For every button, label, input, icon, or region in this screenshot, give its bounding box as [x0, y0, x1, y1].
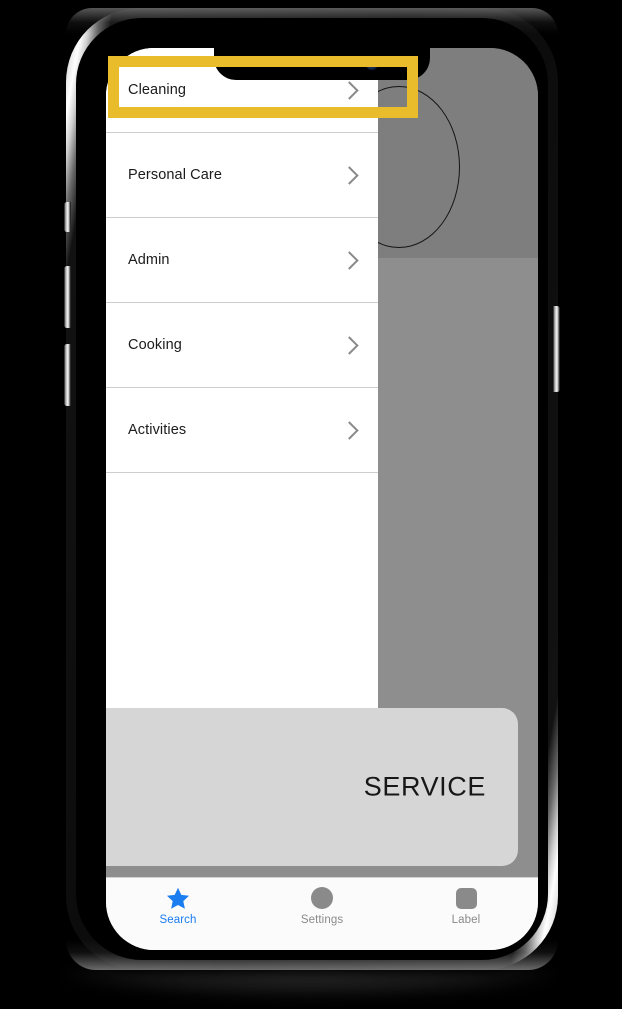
phone-bezel: Cleaning Personal Care Admin Cooking Act: [76, 18, 548, 960]
tab-label[interactable]: Label: [394, 878, 538, 950]
category-menu-panel: Cleaning Personal Care Admin Cooking Act: [106, 48, 378, 708]
circle-icon: [311, 885, 333, 911]
service-card[interactable]: SERVICE: [106, 708, 518, 866]
tab-search[interactable]: Search: [106, 878, 250, 950]
chevron-right-icon: [340, 251, 359, 270]
power-button[interactable]: [553, 306, 560, 392]
bottom-tab-bar: Search Settings Label: [106, 877, 538, 950]
star-icon: [166, 885, 190, 911]
chevron-right-icon: [340, 421, 359, 440]
chevron-right-icon: [340, 336, 359, 355]
menu-item-cooking[interactable]: Cooking: [106, 303, 378, 388]
menu-item-label: Cleaning: [128, 82, 187, 98]
service-card-title: SERVICE: [363, 771, 486, 802]
menu-item-label: Activities: [128, 422, 187, 438]
menu-item-personal-care[interactable]: Personal Care: [106, 133, 378, 218]
chevron-right-icon: [340, 166, 359, 185]
phone-screen: Cleaning Personal Care Admin Cooking Act: [106, 48, 538, 950]
menu-item-admin[interactable]: Admin: [106, 218, 378, 303]
menu-item-label: Personal Care: [128, 167, 222, 183]
front-camera-icon: [366, 58, 378, 70]
menu-item-label: Admin: [128, 252, 170, 268]
menu-item-label: Cooking: [128, 337, 182, 353]
volume-up-button[interactable]: [64, 266, 71, 328]
tab-label: Settings: [300, 914, 344, 926]
square-icon: [455, 885, 477, 911]
phone-device-frame: Cleaning Personal Care Admin Cooking Act: [64, 8, 560, 970]
tab-label: Label: [451, 914, 481, 926]
mute-switch-button[interactable]: [64, 202, 71, 232]
chevron-right-icon: [340, 81, 359, 100]
menu-empty-area: [106, 473, 378, 678]
speaker-slot-icon: [290, 60, 354, 66]
menu-item-activities[interactable]: Activities: [106, 388, 378, 473]
tab-settings[interactable]: Settings: [250, 878, 394, 950]
tab-label: Search: [159, 914, 197, 926]
device-notch: [214, 48, 430, 80]
volume-down-button[interactable]: [64, 344, 71, 406]
